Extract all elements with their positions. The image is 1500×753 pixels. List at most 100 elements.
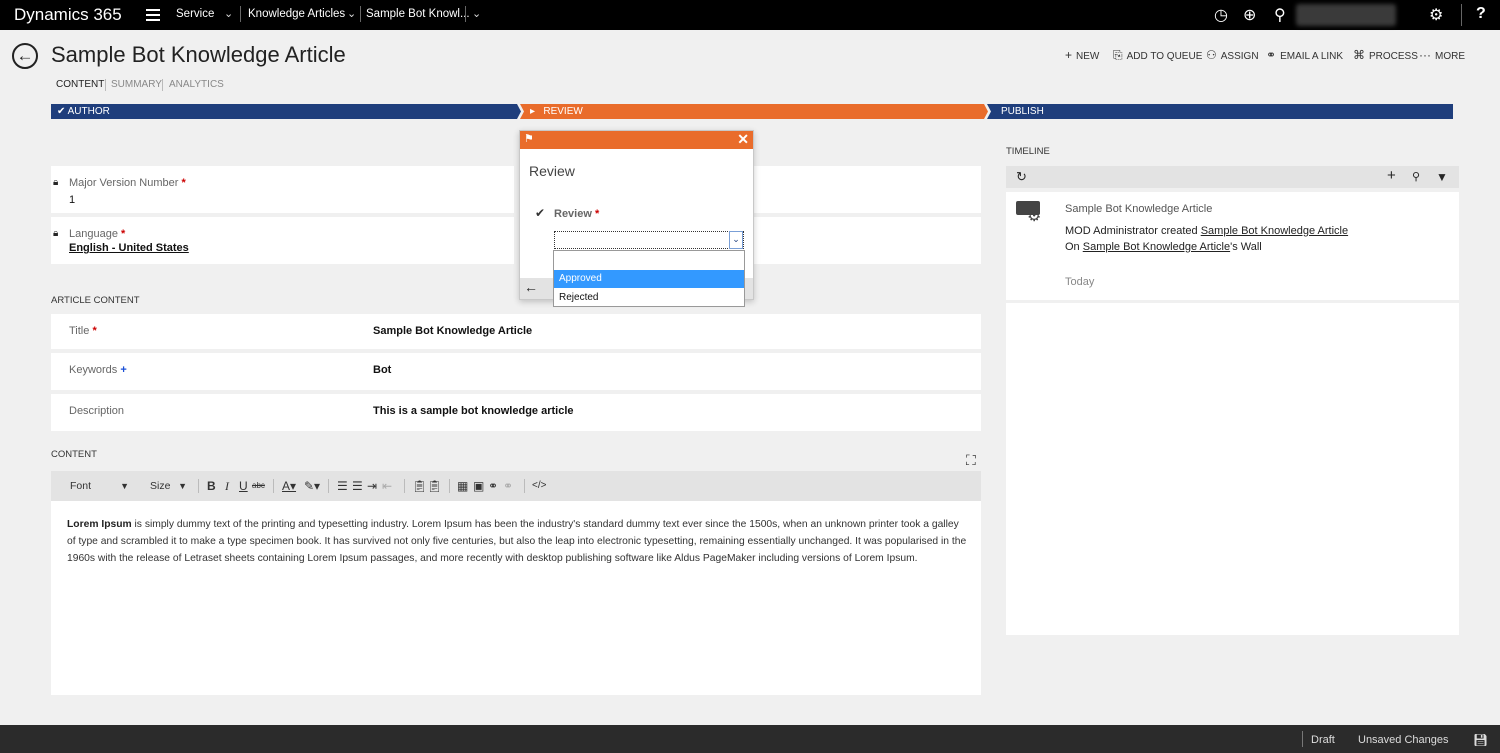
- unlink-icon[interactable]: ⚭: [503, 479, 513, 493]
- refresh-icon[interactable]: ↻: [1016, 169, 1027, 185]
- history-icon[interactable]: ◷: [1214, 5, 1228, 25]
- stage-review[interactable]: ▸ REVIEW: [520, 104, 988, 119]
- chevron-down-icon[interactable]: ⌄: [729, 231, 743, 249]
- search-icon[interactable]: ⚲: [1274, 5, 1286, 25]
- toolbar-divider: [449, 479, 450, 493]
- timeline-body: [1006, 192, 1459, 635]
- stage-publish[interactable]: PUBLISH: [987, 104, 1453, 119]
- expand-icon[interactable]: ⛶: [966, 452, 976, 469]
- tab-content[interactable]: CONTENT: [56, 79, 104, 90]
- assign-button[interactable]: ⚇ ASSIGN: [1206, 48, 1259, 62]
- indent-icon[interactable]: ⇥: [367, 479, 377, 493]
- add-icon[interactable]: +: [1387, 167, 1396, 184]
- page-title: Sample Bot Knowledge Article: [51, 42, 346, 67]
- queue-icon: ⎘: [1113, 48, 1123, 62]
- help-icon[interactable]: ?: [1476, 5, 1486, 23]
- strikethrough-icon[interactable]: abc: [252, 481, 265, 490]
- bullet-list-icon[interactable]: ☰: [352, 479, 363, 493]
- record-link[interactable]: Sample Bot Knowledge Article: [1201, 225, 1348, 237]
- section-article-content: ARTICLE CONTENT: [51, 295, 140, 306]
- timeline-post-line1: MOD Administrator created Sample Bot Kno…: [1065, 225, 1349, 237]
- search-icon[interactable]: ⚲: [1412, 170, 1420, 183]
- tab-analytics[interactable]: ANALYTICS: [169, 79, 224, 90]
- title-field[interactable]: Title * Sample Bot Knowledge Article: [51, 314, 981, 349]
- email-a-link-button[interactable]: ⚭ EMAIL A LINK: [1266, 48, 1343, 62]
- lock-icon: 🔒︎: [53, 177, 59, 188]
- chevron-down-icon[interactable]: ⌄: [472, 7, 481, 20]
- keywords-field[interactable]: Keywords + Bot: [51, 353, 981, 390]
- review-options-list: Approved Rejected: [553, 250, 745, 307]
- timeline-post-title: Sample Bot Knowledge Article: [1065, 203, 1213, 215]
- process-icon: ⌘: [1353, 48, 1365, 62]
- description-label: Description: [69, 405, 125, 417]
- title-label: Title *: [69, 325, 97, 337]
- filter-icon[interactable]: ▼: [1436, 170, 1448, 184]
- link-icon: ⚭: [1266, 48, 1277, 62]
- checkmark-icon: ✔: [535, 206, 546, 220]
- content-editor[interactable]: Lorem Ipsum is simply dummy text of the …: [51, 501, 981, 695]
- chevron-down-icon[interactable]: ⌄: [347, 7, 356, 20]
- link-icon[interactable]: ⚭: [488, 479, 498, 493]
- font-combo[interactable]: Font ▼: [64, 478, 132, 494]
- major-version-field[interactable]: 🔒︎ Major Version Number * 1: [51, 166, 514, 213]
- option-empty[interactable]: [554, 251, 744, 269]
- timeline-post-time: Today: [1065, 276, 1095, 288]
- image-icon[interactable]: ▣: [473, 479, 484, 493]
- numbered-list-icon[interactable]: ☰: [337, 479, 348, 493]
- font-color-icon[interactable]: A▾: [282, 479, 296, 493]
- add-to-queue-button[interactable]: ⎘ ADD TO QUEUE: [1113, 48, 1202, 63]
- dropdown-arrow-icon: ▼: [178, 481, 187, 491]
- language-label: Language *: [69, 228, 126, 240]
- tab-divider: [162, 79, 163, 91]
- language-field[interactable]: 🔒︎ Language * English - United States: [51, 217, 514, 264]
- tab-summary[interactable]: SUMMARY: [111, 79, 162, 90]
- save-icon[interactable]: 💾︎: [1473, 733, 1488, 747]
- app-brand[interactable]: Dynamics 365: [14, 5, 122, 25]
- title-value[interactable]: Sample Bot Knowledge Article: [373, 325, 532, 337]
- section-content: CONTENT: [51, 449, 97, 460]
- more-button[interactable]: ··· MORE: [1419, 48, 1465, 62]
- flag-icon: ▸: [530, 106, 536, 117]
- source-code-icon[interactable]: </>: [532, 480, 546, 491]
- option-approved[interactable]: Approved: [554, 270, 744, 288]
- bold-icon[interactable]: B: [207, 479, 216, 493]
- review-select[interactable]: ⌄: [554, 231, 744, 249]
- italic-icon[interactable]: I: [225, 479, 229, 494]
- size-combo[interactable]: Size ▼: [144, 478, 190, 494]
- highlight-icon[interactable]: ✎▾: [304, 479, 320, 493]
- stage-author[interactable]: ✔ AUTHOR: [51, 104, 521, 119]
- outdent-icon[interactable]: ⇤: [382, 479, 392, 493]
- breadcrumb-service[interactable]: Service: [176, 8, 214, 20]
- user-profile-blurred[interactable]: [1296, 4, 1396, 26]
- new-icon[interactable]: ⊕: [1243, 5, 1256, 25]
- underline-icon[interactable]: U: [239, 479, 248, 493]
- keywords-value[interactable]: Bot: [373, 364, 391, 376]
- dropdown-arrow-icon: ▼: [120, 481, 129, 491]
- process-button[interactable]: ⌘ PROCESS: [1353, 48, 1418, 62]
- breadcrumb-record[interactable]: Sample Bot Knowl...: [366, 8, 470, 20]
- table-icon[interactable]: ▦: [457, 479, 468, 493]
- assign-user-icon: ⚇: [1206, 48, 1217, 62]
- toolbar-divider: [404, 479, 405, 493]
- editor-toolbar: Font ▼ Size ▼ B I U abc A▾ ✎▾ ☰ ☰ ⇥ ⇤ 📋︎ 📋…: [51, 471, 981, 501]
- timeline-toolbar: ↻ + ⚲ ▼: [1006, 166, 1459, 188]
- nav-divider: [465, 6, 466, 22]
- paste-text-icon[interactable]: 📋︎: [427, 479, 442, 493]
- option-rejected[interactable]: Rejected: [554, 289, 744, 307]
- paste-icon[interactable]: 📋︎: [412, 479, 427, 493]
- wall-link[interactable]: Sample Bot Knowledge Article: [1083, 241, 1230, 253]
- description-value[interactable]: This is a sample bot knowledge article: [373, 405, 574, 417]
- back-arrow-icon[interactable]: ←: [524, 279, 538, 295]
- close-icon[interactable]: ✕: [737, 131, 749, 148]
- footer-divider: [1302, 731, 1303, 747]
- back-arrow-icon[interactable]: ←: [12, 43, 38, 69]
- flag-icon: ⚑: [524, 133, 534, 145]
- description-field[interactable]: Description This is a sample bot knowled…: [51, 394, 981, 431]
- new-button[interactable]: + NEW: [1065, 48, 1099, 62]
- chevron-down-icon[interactable]: ⌄: [224, 7, 233, 20]
- language-value-link[interactable]: English - United States: [69, 242, 189, 254]
- breadcrumb-knowledge-articles[interactable]: Knowledge Articles: [248, 8, 345, 20]
- settings-icon[interactable]: ⚙: [1429, 5, 1443, 25]
- checkmark-icon: ✔: [57, 106, 66, 117]
- menu-icon[interactable]: [146, 9, 160, 24]
